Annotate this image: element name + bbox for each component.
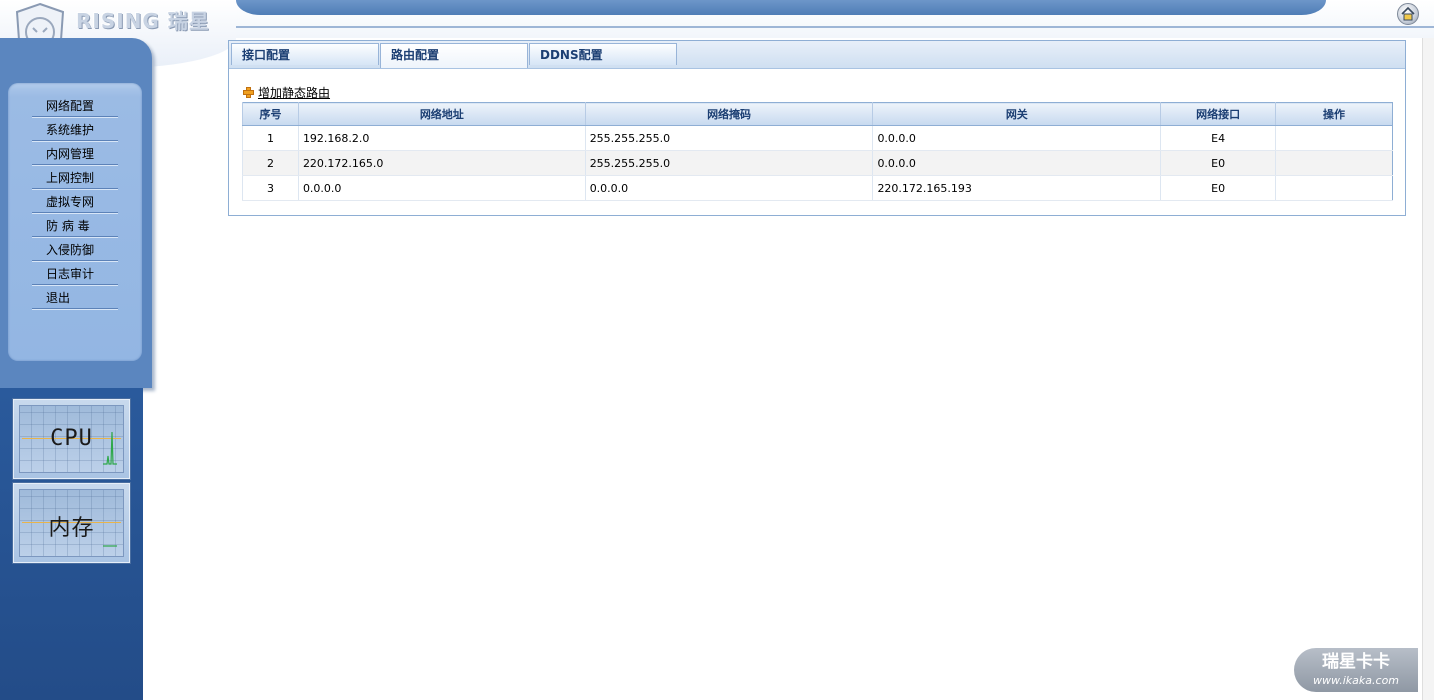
col-header-actions: 操作 <box>1275 102 1393 126</box>
brand-logo-text: RISING 瑞星 <box>76 9 210 33</box>
route-table: 序号 网络地址 网络掩码 网关 网络接口 操作 1 192.168.2.0 25… <box>242 102 1393 201</box>
cell-actions <box>1275 150 1393 176</box>
tab-bar: 接口配置 路由配置 DDNS配置 <box>229 41 1405 69</box>
cell-index: 1 <box>242 125 299 151</box>
cell-actions <box>1275 125 1393 151</box>
table-header-row: 序号 网络地址 网络掩码 网关 网络接口 操作 <box>242 102 1393 126</box>
route-config-panel: 接口配置 路由配置 DDNS配置 增加静态路由 序号 网络地址 网络掩码 网关 … <box>228 40 1406 216</box>
cell-netmask: 255.255.255.0 <box>584 150 873 176</box>
cell-actions <box>1275 175 1393 201</box>
memory-spark-graph <box>103 545 117 547</box>
plus-icon <box>243 87 254 98</box>
sidebar-item-intrusion-prevention[interactable]: 入侵防御 <box>32 239 118 261</box>
sidebar-item-network-config[interactable]: 网络配置 <box>32 95 118 117</box>
memory-monitor: 内存 <box>13 483 130 563</box>
cell-network-address: 220.172.165.0 <box>297 150 586 176</box>
col-header-interface: 网络接口 <box>1160 102 1276 126</box>
cell-gateway: 0.0.0.0 <box>872 150 1161 176</box>
cell-index: 3 <box>242 175 299 201</box>
sidebar-item-system-maintenance[interactable]: 系统维护 <box>32 119 118 141</box>
sidebar-item-vpn[interactable]: 虚拟专网 <box>32 191 118 213</box>
col-header-gateway: 网关 <box>872 102 1161 126</box>
cell-interface: E4 <box>1160 125 1276 151</box>
tab-interface-config[interactable]: 接口配置 <box>231 43 379 65</box>
col-header-index: 序号 <box>242 102 299 126</box>
home-button[interactable] <box>1397 3 1419 25</box>
window-scrollbar[interactable] <box>1422 38 1434 700</box>
tab-ddns-config[interactable]: DDNS配置 <box>529 43 677 65</box>
memory-monitor-grid: 内存 <box>19 489 124 557</box>
cell-netmask: 255.255.255.0 <box>584 125 873 151</box>
cpu-spark-graph <box>103 431 117 465</box>
table-row: 1 192.168.2.0 255.255.255.0 0.0.0.0 E4 <box>242 125 1393 151</box>
cell-gateway: 0.0.0.0 <box>872 125 1161 151</box>
tab-route-config[interactable]: 路由配置 <box>380 43 528 68</box>
cpu-monitor: CPU <box>13 399 130 479</box>
cell-gateway: 220.172.165.193 <box>872 175 1161 201</box>
cell-network-address: 192.168.2.0 <box>297 125 586 151</box>
watermark-title: 瑞星卡卡 <box>1322 652 1390 672</box>
watermark-url: www.ikaka.com <box>1312 674 1400 687</box>
cell-interface: E0 <box>1160 150 1276 176</box>
col-header-netmask: 网络掩码 <box>584 102 873 126</box>
header-divider <box>236 26 1434 28</box>
add-static-route-link[interactable]: 增加静态路由 <box>243 84 330 101</box>
sidebar-item-logout[interactable]: 退出 <box>32 287 118 309</box>
sidebar-item-internet-control[interactable]: 上网控制 <box>32 167 118 189</box>
table-row: 2 220.172.165.0 255.255.255.0 0.0.0.0 E0 <box>242 150 1393 176</box>
col-header-network-address: 网络地址 <box>297 102 586 126</box>
add-static-route-label: 增加静态路由 <box>258 86 331 100</box>
cell-netmask: 0.0.0.0 <box>584 175 873 201</box>
watermark-logo: 瑞星卡卡 www.ikaka.com <box>1294 648 1418 692</box>
cpu-monitor-grid: CPU <box>19 405 124 473</box>
sidebar-item-antivirus[interactable]: 防 病 毒 <box>32 215 118 237</box>
cell-network-address: 0.0.0.0 <box>297 175 586 201</box>
cell-interface: E0 <box>1160 175 1276 201</box>
cell-index: 2 <box>242 150 299 176</box>
sidebar-item-log-audit[interactable]: 日志审计 <box>32 263 118 285</box>
table-row: 3 0.0.0.0 0.0.0.0 220.172.165.193 E0 <box>242 175 1393 201</box>
home-icon <box>1401 7 1415 21</box>
header-blue-band <box>236 0 1326 15</box>
sidebar-item-intranet-management[interactable]: 内网管理 <box>32 143 118 165</box>
